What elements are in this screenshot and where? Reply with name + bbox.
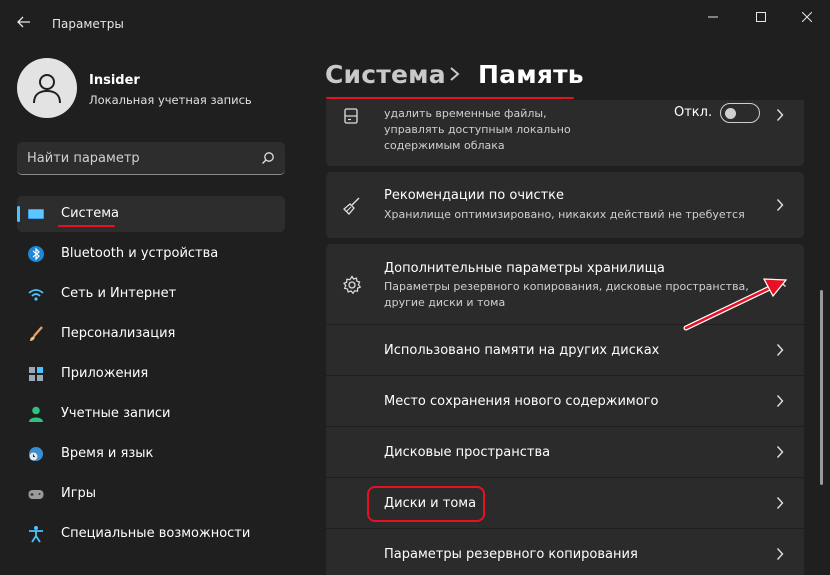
annotation-underline-title xyxy=(326,97,574,99)
sidebar-item-gaming[interactable]: Игры xyxy=(17,476,285,512)
brush-icon xyxy=(30,326,43,341)
active-indicator xyxy=(17,206,20,222)
search-icon[interactable] xyxy=(261,151,275,165)
cleanup-recommendations-card[interactable]: Рекомендации по очистке Хранилище оптими… xyxy=(326,172,804,238)
card-title: Дополнительные параметры хранилища xyxy=(384,261,665,276)
sidebar-item-label: Учетные записи xyxy=(61,406,171,421)
storage-sense-toggle[interactable] xyxy=(720,103,760,123)
back-arrow-icon xyxy=(17,16,30,28)
sidebar-item-label: Сеть и Интернет xyxy=(61,286,177,301)
bluetooth-icon xyxy=(28,246,44,262)
sidebar-item-bluetooth[interactable]: Bluetooth и устройства xyxy=(17,236,285,272)
chevron-right-icon xyxy=(776,395,784,407)
sub-item-save-locations[interactable]: Место сохранения нового содержимого xyxy=(326,376,804,426)
monitor-icon xyxy=(28,209,44,219)
sidebar-item-accessibility[interactable]: Специальные возможности xyxy=(17,516,285,552)
sidebar-item-label: Игры xyxy=(61,486,97,501)
sidebar-item-personalization[interactable]: Персонализация xyxy=(17,316,285,352)
toggle-knob xyxy=(725,107,736,119)
maximize-icon xyxy=(756,12,766,22)
card-desc-line: управлять доступным локально xyxy=(384,123,571,136)
settings-window: Параметры Insider Локальная учетная запи… xyxy=(0,0,830,575)
card-desc-line: другие диски и тома xyxy=(384,296,506,309)
card-desc: Хранилище оптимизировано, никаких действ… xyxy=(384,208,745,221)
sub-item-label: Использовано памяти на других дисках xyxy=(384,343,660,358)
accessibility-icon xyxy=(29,526,43,543)
globe-clock-icon xyxy=(29,447,43,461)
app-title: Параметры xyxy=(52,17,124,31)
content-scrollbar[interactable] xyxy=(820,290,823,485)
drive-icon xyxy=(344,108,358,124)
sidebar-item-label: Bluetooth и устройства xyxy=(61,246,219,261)
minimize-icon xyxy=(708,16,718,18)
chevron-right-icon xyxy=(776,109,784,121)
sidebar-item-label: Приложения xyxy=(61,366,149,381)
person-outline-icon xyxy=(33,74,61,104)
search-box[interactable] xyxy=(17,142,285,175)
sidebar-item-accounts[interactable]: Учетные записи xyxy=(17,396,285,432)
annotation-highlight-disks-volumes xyxy=(367,486,485,522)
broom-icon xyxy=(343,197,360,215)
close-icon xyxy=(802,12,812,22)
card-desc-line: содержимым облака xyxy=(384,139,505,152)
annotation-arrow-icon xyxy=(683,278,788,331)
sub-item-storage-spaces[interactable]: Дисковые пространства xyxy=(326,427,804,477)
sidebar-item-system[interactable]: Система xyxy=(17,196,285,232)
sub-item-label: Место сохранения нового содержимого xyxy=(384,394,659,409)
sidebar-item-label: Специальные возможности xyxy=(61,526,251,541)
page-title: Память xyxy=(478,60,584,89)
chevron-right-icon xyxy=(450,67,460,81)
wifi-icon xyxy=(28,289,44,301)
sidebar-item-time-language[interactable]: Время и язык xyxy=(17,436,285,472)
card-title: Рекомендации по очистке xyxy=(384,188,565,203)
person-icon xyxy=(29,406,43,422)
breadcrumb-parent[interactable]: Система xyxy=(325,60,446,89)
chevron-right-icon xyxy=(776,497,784,509)
sidebar-item-label: Время и язык xyxy=(61,446,154,461)
maximize-button[interactable] xyxy=(738,6,784,28)
sub-item-label: Дисковые пространства xyxy=(384,445,551,460)
chevron-right-icon xyxy=(776,548,784,560)
chevron-right-icon xyxy=(776,344,784,356)
user-account-type: Локальная учетная запись xyxy=(89,93,252,107)
title-bar: Параметры xyxy=(0,0,830,40)
gamepad-icon xyxy=(28,490,44,499)
close-button[interactable] xyxy=(784,6,830,28)
sidebar-item-label: Система xyxy=(61,206,120,221)
user-name: Insider xyxy=(89,73,140,88)
sidebar-item-label: Персонализация xyxy=(61,326,176,341)
search-input[interactable] xyxy=(27,142,257,174)
sub-item-backup-options[interactable]: Параметры резервного копирования xyxy=(326,529,804,575)
chevron-right-icon xyxy=(776,446,784,458)
avatar[interactable] xyxy=(17,58,77,118)
sub-item-label: Параметры резервного копирования xyxy=(384,547,638,562)
sidebar-item-network[interactable]: Сеть и Интернет xyxy=(17,276,285,312)
apps-icon xyxy=(29,367,43,381)
annotation-underline-system xyxy=(58,225,115,227)
back-button[interactable] xyxy=(10,10,38,34)
gear-icon xyxy=(343,275,362,295)
card-desc-line: удалить временные файлы, xyxy=(384,107,547,120)
chevron-right-icon xyxy=(776,199,784,211)
toggle-state-label: Откл. xyxy=(674,105,713,120)
sidebar-item-apps[interactable]: Приложения xyxy=(17,356,285,392)
minimize-button[interactable] xyxy=(690,6,736,28)
